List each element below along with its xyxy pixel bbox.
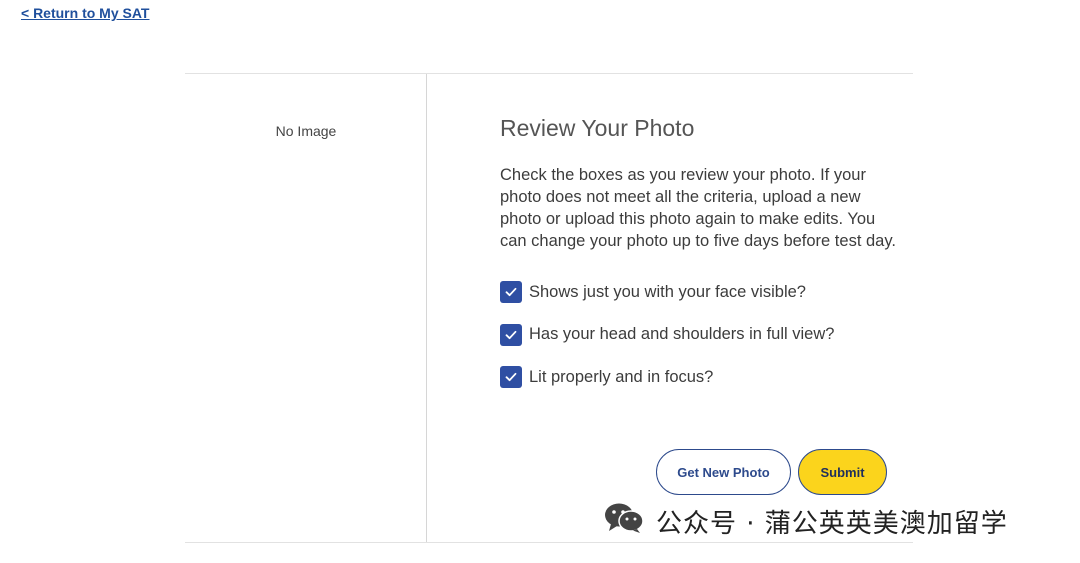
watermark-text: 公众号 · 蒲公英英美澳加留学 bbox=[656, 509, 1008, 539]
submit-button[interactable]: Submit bbox=[798, 449, 887, 495]
return-to-my-sat-link[interactable]: < Return to My SAT bbox=[21, 5, 149, 21]
review-section: Review Your Photo Check the boxes as you… bbox=[500, 74, 905, 408]
criteria-label: Has your head and shoulders in full view… bbox=[529, 325, 835, 343]
photo-review-panel: No Image Review Your Photo Check the box… bbox=[185, 73, 913, 543]
criteria-lit-focus[interactable]: Lit properly and in focus? bbox=[500, 365, 905, 389]
criteria-checklist: Shows just you with your face visible? H… bbox=[500, 280, 905, 389]
criteria-label: Shows just you with your face visible? bbox=[529, 282, 806, 301]
wechat-icon bbox=[604, 502, 644, 541]
criteria-label: Lit properly and in focus? bbox=[529, 367, 714, 386]
photo-preview-area: No Image bbox=[185, 74, 427, 542]
criteria-head-shoulders[interactable]: Has your head and shoulders in full view… bbox=[500, 323, 905, 347]
checkbox-checked-icon[interactable] bbox=[500, 281, 522, 303]
no-image-placeholder: No Image bbox=[275, 123, 337, 139]
checkbox-checked-icon[interactable] bbox=[500, 366, 522, 388]
checkbox-checked-icon[interactable] bbox=[500, 323, 522, 346]
watermark: 公众号 · 蒲公英英美澳加留学 bbox=[604, 502, 1008, 541]
page-title: Review Your Photo bbox=[500, 115, 695, 141]
criteria-face-visible[interactable]: Shows just you with your face visible? bbox=[500, 280, 905, 304]
get-new-photo-button[interactable]: Get New Photo bbox=[656, 449, 791, 495]
review-instructions: Check the boxes as you review your photo… bbox=[500, 166, 896, 250]
